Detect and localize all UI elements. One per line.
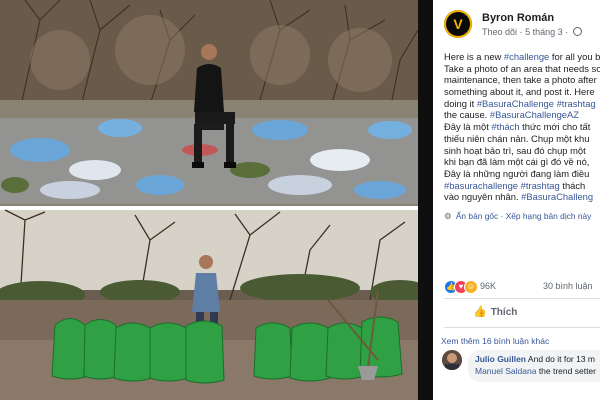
more-comments-link[interactable]: Xem thêm 16 bình luận khác [441, 336, 549, 346]
commenter-name[interactable]: Julio Guillen [475, 354, 526, 364]
hashtag-link[interactable]: #challenge [504, 51, 549, 62]
post-body-line: sinh hoạt bảo trì, sau đó chụp một [444, 145, 600, 157]
comment-line: Julio Guillen And do it for 13 m [475, 354, 595, 364]
post-text-segment: vào nguyên nhân. [444, 191, 522, 203]
hashtag-link[interactable]: #trashtag [557, 98, 596, 109]
like-label: Thích [490, 307, 518, 318]
globe-icon [572, 27, 582, 36]
post-body-line: vào nguyên nhân. #BasuraChalleng [444, 191, 600, 203]
comment-bubble: Julio Guillen And do it for 13 m Manuel … [468, 350, 600, 382]
post-body-line: Đây là những người đang làm điều [444, 168, 600, 180]
post-body-line: maintenance, then take a photo after [444, 74, 600, 86]
meta-separator: · [519, 27, 523, 37]
post-text-segment: sinh hoạt bảo trì, sau đó chụp một [444, 144, 586, 156]
post-text-segment: khi bạn đã làm một cái gì đó về nó, [444, 156, 590, 168]
comment: Julio Guillen And do it for 13 m Manuel … [442, 350, 600, 388]
post-date[interactable]: 5 tháng 3 [525, 27, 563, 37]
photo-collage [0, 0, 418, 400]
post-body-line: doing it #BasuraChallenge #trashtag [444, 98, 600, 110]
hide-icon: ⚙ [444, 211, 452, 221]
post-text-segment: thách [559, 179, 586, 191]
meta-separator-2: · [565, 27, 569, 37]
mentioned-name[interactable]: Manuel Saldana [475, 366, 536, 376]
post-text-segment: thức mới cho tất [519, 121, 591, 133]
post-body-line: thiếu niên chán nản. Chụp một khu [444, 133, 600, 145]
thumbs-up-icon: 👍 [473, 306, 487, 318]
post-body-line: something about it, and post it. Here [444, 86, 600, 98]
post-text-segment: Đây là một [444, 121, 492, 133]
hashtag-link[interactable]: #BasuraChalleng [521, 191, 593, 202]
commenter-avatar[interactable] [442, 350, 462, 370]
post-meta: Theo dõi · 5 tháng 3 · [482, 27, 582, 37]
post-text-segment: the cause. [444, 109, 490, 121]
post-text-segment: maintenance, then take a photo after [444, 74, 597, 86]
follow-link[interactable]: Theo dõi [482, 27, 517, 37]
reaction-count[interactable]: 96K [480, 281, 496, 291]
post-text-segment: Đây là những người đang làm điều [444, 167, 590, 179]
divider-top [444, 298, 600, 299]
post-text-segment: Here is a new [444, 51, 504, 62]
post-body-line: Here is a new #challenge for all you b [444, 51, 600, 63]
comment-text: And do it for 13 m [527, 354, 596, 364]
like-button[interactable]: 👍 Thích [473, 305, 517, 321]
comment-reply-line: Manuel Saldana the trend setter [475, 366, 596, 376]
translation-separator: · [500, 211, 504, 221]
comment-count[interactable]: 30 bình luận [543, 281, 593, 291]
hashtag-link[interactable]: #trashtag [521, 180, 560, 191]
post-text-segment: something about it, and post it. Here [444, 86, 595, 98]
post-body-line: khi bạn đã làm một cái gì đó về nó, [444, 156, 600, 168]
hide-original-link[interactable]: Ẩn bản gốc [456, 211, 498, 221]
avatar-letter: V [453, 16, 463, 32]
post-photo[interactable] [0, 0, 418, 400]
author-avatar[interactable]: V [444, 10, 472, 38]
post-body-line: #basurachallenge #trashtag thách [444, 180, 600, 192]
post-body-line: Đây là một #thách thức mới cho tất [444, 121, 600, 133]
reactions-bar[interactable]: 👍 ♥ ☺ 96K 30 bình luận [444, 280, 600, 294]
divider-bottom [444, 327, 600, 328]
author-name[interactable]: Byron Román [482, 12, 554, 24]
comment-reply-text: the trend setter [538, 366, 596, 376]
post-body-line: Take a photo of an area that needs so [444, 63, 600, 75]
hashtag-link[interactable]: #basurachallenge [444, 180, 518, 191]
hashtag-link[interactable]: #BasuraChallenge [477, 98, 554, 109]
translation-bar: ⚙ Ẩn bản gốc · Xếp hạng bản dịch này [444, 211, 591, 221]
post-text-segment: thiếu niên chán nản. Chụp một khu [444, 132, 590, 144]
rate-translation-link[interactable]: Xếp hạng bản dịch này [506, 211, 592, 221]
hashtag-link[interactable]: #thách [491, 121, 519, 132]
post-body: Here is a new #challenge for all you b Ta… [444, 51, 600, 203]
post-body-line: the cause. #BasuraChallengeAZ [444, 109, 600, 121]
hashtag-link[interactable]: #BasuraChallengeAZ [490, 109, 579, 120]
haha-reaction-icon: ☺ [464, 280, 478, 294]
post-text-segment: for all you b [549, 51, 600, 62]
post-text-segment: Take a photo of an area that needs so [444, 62, 600, 74]
post-header: V Byron Román Theo dõi · 5 tháng 3 · [444, 10, 600, 42]
post-panel: V Byron Román Theo dõi · 5 tháng 3 · Her… [433, 0, 600, 400]
post-text-segment: doing it [444, 97, 477, 109]
commenter-avatar-image [442, 350, 462, 370]
